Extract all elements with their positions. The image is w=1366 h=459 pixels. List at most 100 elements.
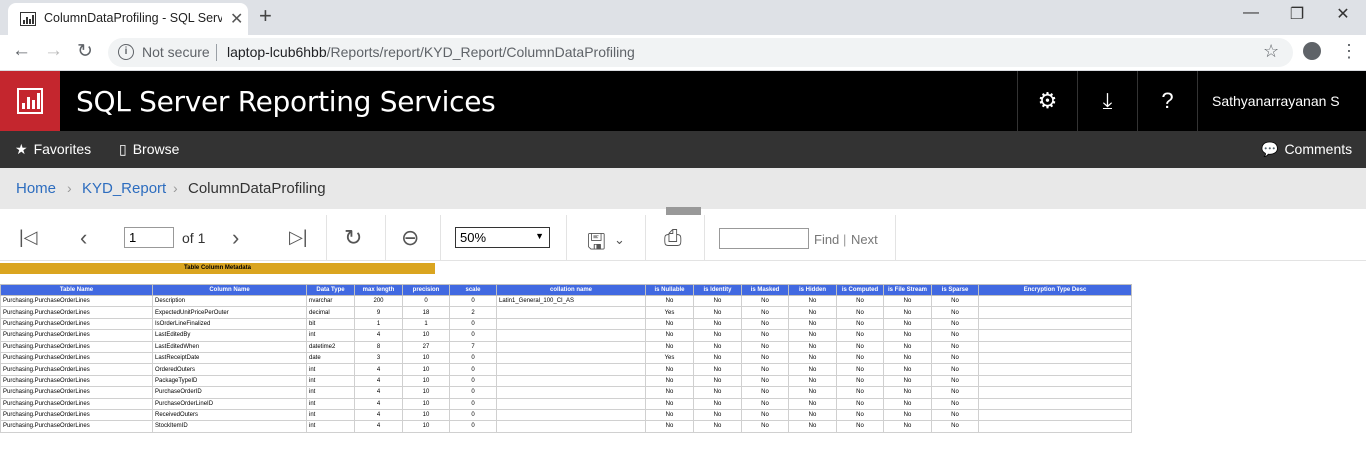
table-cell: No <box>741 420 789 433</box>
column-header: Encryption Type Desc <box>978 284 1132 296</box>
browser-tab-bar: ColumnDataProfiling - SQL Server Reporti… <box>0 0 1366 35</box>
table-cell: No <box>931 386 979 399</box>
table-cell: No <box>788 329 837 342</box>
breadcrumb-folder[interactable]: KYD_Report <box>82 180 166 197</box>
star-icon[interactable]: ☆ <box>1263 41 1279 62</box>
table-cell: No <box>931 329 979 342</box>
table-cell: No <box>836 374 884 388</box>
minimize-icon[interactable]: — <box>1231 4 1271 22</box>
url-text[interactable]: laptop-lcub6hbb/Reports/report/KYD_Repor… <box>227 44 635 60</box>
table-cell: No <box>836 317 884 331</box>
toolbar-divider <box>385 215 386 261</box>
find-input[interactable] <box>719 228 809 249</box>
user-name[interactable]: Sathyanarrayanan S <box>1212 93 1340 109</box>
browse-link[interactable]: ▯ Browse <box>119 141 179 158</box>
table-cell: No <box>693 374 742 388</box>
table-row: Purchasing.PurchaseOrderLines StockItemID… <box>0 420 1132 433</box>
table-cell: 8 <box>354 340 403 353</box>
download-icon[interactable]: ⤓ <box>1077 71 1137 131</box>
print-icon[interactable]: ⎙ <box>664 225 682 251</box>
report-viewer: Table Column Metadata Table Name Column N… <box>0 262 1366 459</box>
table-cell: No <box>931 306 979 319</box>
favorites-star-icon: ★ <box>15 141 28 157</box>
column-header: is Nullable <box>645 284 694 296</box>
table-cell: No <box>741 340 789 353</box>
address-bar[interactable]: i Not secure laptop-lcub6hbb/Reports/rep… <box>108 38 1293 67</box>
zoom-select[interactable]: 50% ▼ <box>455 227 550 248</box>
table-cell: No <box>645 420 694 433</box>
more-menu-icon[interactable]: ⋮ <box>1340 41 1358 62</box>
table-cell: decimal <box>306 306 355 319</box>
page-number-input[interactable] <box>124 227 174 248</box>
refresh-icon[interactable]: ↻ <box>344 225 362 251</box>
table-cell: date <box>306 351 355 365</box>
table-cell: No <box>836 306 884 319</box>
arrow-left-icon[interactable]: ← <box>12 40 31 62</box>
ssrs-logo[interactable] <box>0 71 60 131</box>
previous-page-icon[interactable]: ‹ <box>80 225 87 251</box>
table-row: Purchasing.PurchaseOrderLines IsOrderLine… <box>0 317 1132 331</box>
toolbar-divider <box>440 215 441 261</box>
table-cell: No <box>693 386 742 399</box>
column-header: max length <box>354 284 403 296</box>
table-cell: 10 <box>402 408 450 422</box>
table-cell: No <box>741 329 789 342</box>
profile-avatar-icon[interactable] <box>1303 42 1321 60</box>
table-cell: LastReceiptDate <box>152 351 307 365</box>
find-link[interactable]: Find <box>814 232 839 247</box>
table-cell: 0 <box>449 386 497 399</box>
new-tab-icon[interactable]: + <box>259 3 272 29</box>
help-icon[interactable]: ? <box>1137 71 1197 131</box>
table-cell: No <box>931 363 979 376</box>
column-header: is Identity <box>693 284 742 296</box>
save-icon[interactable]: 🖫 <box>587 225 606 263</box>
comments-link[interactable]: 💬 Comments <box>1261 141 1352 158</box>
arrow-right-icon[interactable]: → <box>44 40 63 62</box>
url-divider <box>216 44 217 61</box>
table-body: Purchasing.PurchaseOrderLines Description… <box>0 294 1132 433</box>
last-page-icon[interactable]: ▷| <box>289 227 308 248</box>
toolbar-divider <box>326 215 327 261</box>
collapse-parameters-handle[interactable] <box>666 207 701 215</box>
zoom-value: 50% <box>460 230 487 245</box>
table-cell: No <box>693 351 742 365</box>
app-title: SQL Server Reporting Services <box>76 85 496 118</box>
first-page-icon[interactable]: |◁ <box>19 227 38 248</box>
browse-label: Browse <box>132 141 180 157</box>
browse-page-icon: ▯ <box>119 141 127 157</box>
table-cell: No <box>693 408 742 422</box>
table-cell: No <box>693 363 742 376</box>
table-cell: No <box>788 420 837 433</box>
table-cell: PurchaseOrderLineID <box>152 397 307 410</box>
table-cell <box>496 420 646 433</box>
find-next-link[interactable]: Next <box>851 232 878 247</box>
info-icon[interactable]: i <box>118 44 134 60</box>
table-cell: No <box>741 317 789 331</box>
table-cell: No <box>693 420 742 433</box>
url-host: laptop-lcub6hbb <box>227 44 327 60</box>
table-cell: No <box>836 329 884 342</box>
gear-icon[interactable]: ⚙ <box>1017 71 1077 131</box>
maximize-icon[interactable]: ❐ <box>1277 4 1317 24</box>
table-cell: No <box>693 329 742 342</box>
back-to-parent-icon[interactable]: ⊖ <box>401 225 419 251</box>
table-cell <box>978 329 1132 342</box>
table-cell: datetime2 <box>306 340 355 353</box>
table-cell: No <box>788 317 837 331</box>
table-cell: No <box>645 363 694 376</box>
table-cell: 1 <box>402 317 450 331</box>
reload-icon[interactable]: ↻ <box>77 40 93 63</box>
next-page-icon[interactable]: › <box>232 225 239 251</box>
window-close-icon[interactable]: ✕ <box>1323 4 1363 24</box>
table-cell: No <box>931 294 979 308</box>
table-cell: int <box>306 397 355 410</box>
chevron-down-icon[interactable]: ⌄ <box>614 232 625 248</box>
column-header: is Masked <box>741 284 789 296</box>
close-tab-icon[interactable]: ✕ <box>230 9 243 29</box>
favorites-link[interactable]: ★ Favorites <box>15 141 91 158</box>
table-cell <box>978 397 1132 410</box>
breadcrumb-home[interactable]: Home <box>16 180 56 197</box>
table-cell: Purchasing.PurchaseOrderLines <box>0 386 153 399</box>
table-cell: StockItemID <box>152 420 307 433</box>
browser-tab[interactable]: ColumnDataProfiling - SQL Server Reporti… <box>8 3 248 35</box>
